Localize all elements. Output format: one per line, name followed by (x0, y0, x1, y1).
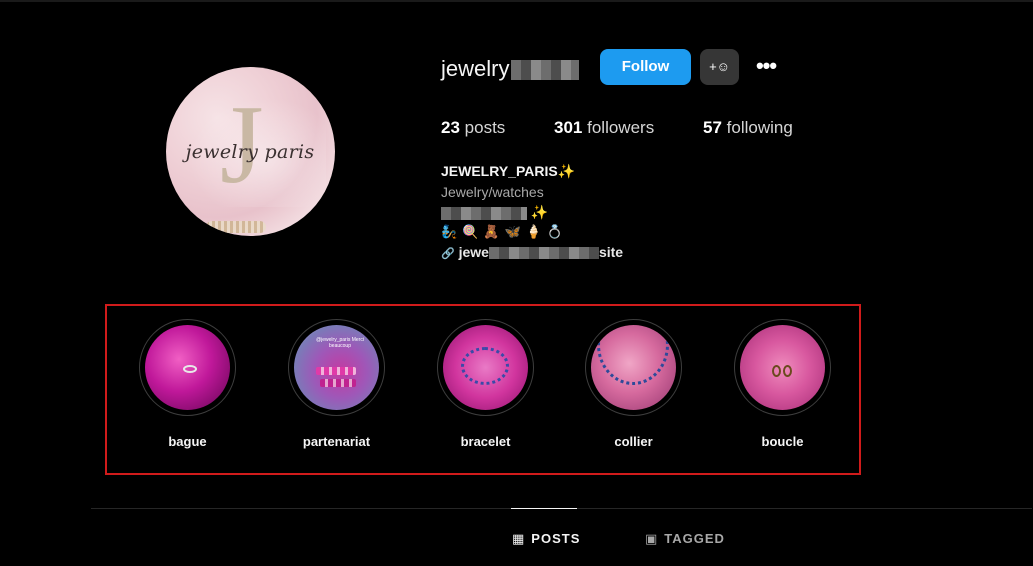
bio-link-suffix: site (598, 244, 624, 260)
highlight-label: boucle (761, 434, 804, 449)
add-user-icon: +☺ (709, 59, 730, 74)
bio-link-prefix: jewe (458, 244, 489, 260)
highlight-ring (585, 319, 682, 416)
highlight-label: collier (614, 434, 653, 449)
followers-stat[interactable]: 301 followers (554, 118, 654, 138)
username-text: jewelry (441, 56, 510, 81)
bio-link[interactable]: 🔗 jewe site (441, 244, 623, 260)
more-options-button[interactable]: ••• (752, 52, 780, 82)
following-count: 57 (703, 118, 722, 137)
bio-redacted-text (441, 206, 527, 220)
avatar-logo-text: jewelry paris (185, 141, 315, 163)
necklace-jewel (597, 325, 669, 385)
follow-button[interactable]: Follow (600, 49, 691, 85)
earring-jewel (783, 365, 792, 377)
highlight-ring: @jewelry_paris Merci beaucoup (288, 319, 385, 416)
link-icon: 🔗 (441, 248, 455, 260)
profile-avatar[interactable]: J jewelry paris (166, 67, 335, 236)
tab-tagged[interactable]: ▣ TAGGED (645, 531, 725, 547)
bead-strand (320, 379, 356, 387)
followers-count: 301 (554, 118, 583, 137)
highlight-ring (734, 319, 831, 416)
suggested-users-button[interactable]: +☺ (700, 49, 739, 85)
bio-line: ✨ (441, 204, 548, 221)
profile-username: jewelry (441, 56, 580, 82)
bio-link-redacted (488, 247, 599, 260)
avatar-gold-accent (206, 221, 266, 233)
highlight-bracelet[interactable]: bracelet (437, 319, 534, 449)
sparkle-icon: ✨ (530, 204, 549, 220)
bio-emojis: 🧞🍭🧸🦋🍦💍 (441, 224, 569, 239)
highlight-label: bracelet (460, 434, 511, 449)
tagged-icon: ▣ (645, 531, 659, 546)
top-border (0, 0, 1033, 2)
highlight-ring (139, 319, 236, 416)
posts-label: posts (464, 118, 506, 137)
posts-count: 23 (441, 118, 460, 137)
highlight-bague[interactable]: bague (139, 319, 236, 449)
following-stat[interactable]: 57 following (703, 118, 793, 138)
highlight-label: partenariat (302, 434, 371, 449)
thumbnail-caption: @jewelry_paris Merci beaucoup (316, 337, 364, 349)
highlight-thumbnail (740, 325, 825, 410)
ring-jewel (183, 365, 197, 373)
highlight-partenariat[interactable]: @jewelry_paris Merci beaucoup partenaria… (288, 319, 385, 449)
highlight-label: bague (168, 434, 207, 449)
earring-jewel (772, 365, 781, 377)
tab-posts[interactable]: ▦ POSTS (512, 531, 580, 547)
posts-stat: 23 posts (441, 118, 505, 138)
username-redacted (511, 60, 580, 81)
tab-tagged-label: TAGGED (664, 531, 725, 546)
highlight-thumbnail (145, 325, 230, 410)
active-tab-indicator (511, 508, 577, 509)
bio-display-name: JEWELRY_PARIS✨ (441, 163, 576, 179)
bio-category: Jewelry/watches (441, 184, 544, 200)
tab-posts-label: POSTS (531, 531, 581, 546)
highlight-thumbnail (591, 325, 676, 410)
grid-icon: ▦ (512, 531, 526, 546)
highlight-thumbnail: @jewelry_paris Merci beaucoup (294, 325, 379, 410)
followers-label: followers (587, 118, 655, 137)
following-label: following (726, 118, 793, 137)
highlight-ring (437, 319, 534, 416)
bead-strand (316, 367, 356, 375)
highlight-collier[interactable]: collier (585, 319, 682, 449)
highlight-thumbnail (443, 325, 528, 410)
more-dots-icon: ••• (755, 53, 777, 78)
highlight-boucle[interactable]: boucle (734, 319, 831, 449)
bracelet-jewel (461, 347, 509, 385)
